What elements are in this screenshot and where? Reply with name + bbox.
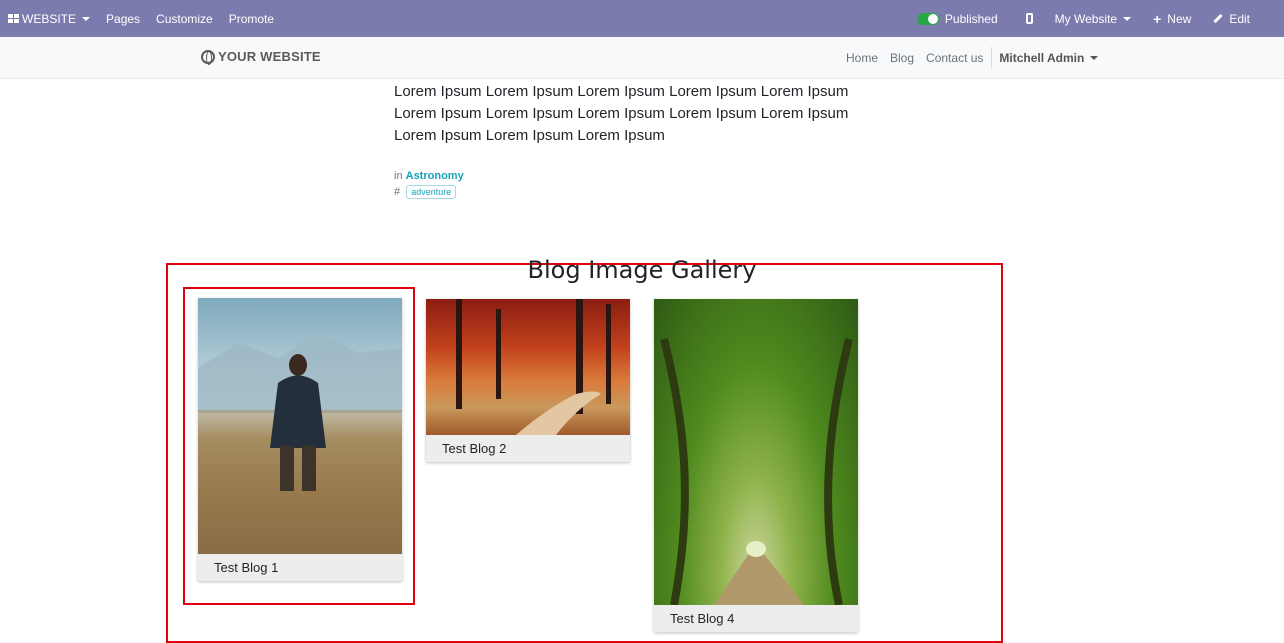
blog-card-caption: Test Blog 1 — [198, 554, 402, 581]
my-website-label: My Website — [1054, 11, 1118, 26]
chevron-down-icon — [82, 16, 91, 21]
chevron-down-icon — [1123, 16, 1132, 21]
category-link[interactable]: Astronomy — [406, 170, 464, 182]
user-menu[interactable]: Mitchell Admin — [991, 47, 1106, 69]
site-header: YOUR WEBSITE Home Blog Contact us Mitche… — [0, 37, 1284, 79]
nav-blog[interactable]: Blog — [884, 51, 920, 65]
plus-icon: + — [1153, 10, 1162, 27]
blog-card-caption: Test Blog 4 — [654, 605, 858, 632]
tag-badge[interactable]: adventure — [406, 185, 457, 199]
globe-icon — [201, 49, 215, 65]
promote-menu[interactable]: Promote — [221, 0, 282, 37]
edit-label: Edit — [1229, 11, 1250, 26]
toggle-switch-icon — [916, 12, 939, 25]
pencil-icon — [1213, 13, 1223, 24]
green-forest-path-image — [660, 338, 853, 605]
hash-icon: # — [394, 186, 401, 198]
admin-bar: WEBSITE Pages Customize Promote Publishe… — [0, 0, 1284, 37]
site-logo[interactable]: YOUR WEBSITE — [201, 49, 321, 65]
blog-card-4[interactable]: Test Blog 4 — [654, 299, 858, 632]
new-label: New — [1167, 11, 1192, 26]
logo-text: YOUR WEBSITE — [218, 49, 321, 64]
website-menu[interactable]: WEBSITE — [0, 0, 98, 37]
apps-icon — [8, 14, 19, 23]
nav-contact[interactable]: Contact us — [920, 51, 989, 65]
blog-card-image — [426, 299, 630, 435]
autumn-forest-image — [456, 299, 611, 435]
gallery-title: Blog Image Gallery — [527, 256, 757, 284]
pages-menu[interactable]: Pages — [98, 0, 148, 37]
user-name: Mitchell Admin — [999, 51, 1085, 65]
mobile-icon — [1025, 13, 1033, 24]
blog-card-1[interactable]: Test Blog 1 — [198, 298, 402, 581]
in-label: in — [394, 170, 403, 182]
nav-home[interactable]: Home — [840, 51, 884, 65]
blog-card-caption: Test Blog 2 — [426, 435, 630, 462]
edit-button[interactable]: Edit — [1205, 0, 1284, 37]
published-toggle[interactable]: Published — [909, 0, 1012, 37]
main-nav: Home Blog Contact us Mitchell Admin — [840, 37, 1106, 79]
post-body: Lorem Ipsum Lorem Ipsum Lorem Ipsum Lore… — [394, 83, 849, 144]
chevron-down-icon — [1090, 56, 1099, 60]
person-in-field-image — [198, 333, 402, 554]
blog-card-image — [654, 299, 858, 605]
blog-card-image — [198, 298, 402, 554]
customize-menu[interactable]: Customize — [148, 0, 221, 37]
my-website-menu[interactable]: My Website — [1047, 0, 1145, 37]
post-meta: in Astronomy # adventure — [394, 170, 464, 199]
mobile-preview-button[interactable] — [1012, 0, 1047, 37]
blog-card-2[interactable]: Test Blog 2 — [426, 299, 630, 462]
website-menu-label: WEBSITE — [22, 11, 77, 26]
new-button[interactable]: + New — [1145, 0, 1205, 37]
published-label: Published — [944, 11, 998, 26]
